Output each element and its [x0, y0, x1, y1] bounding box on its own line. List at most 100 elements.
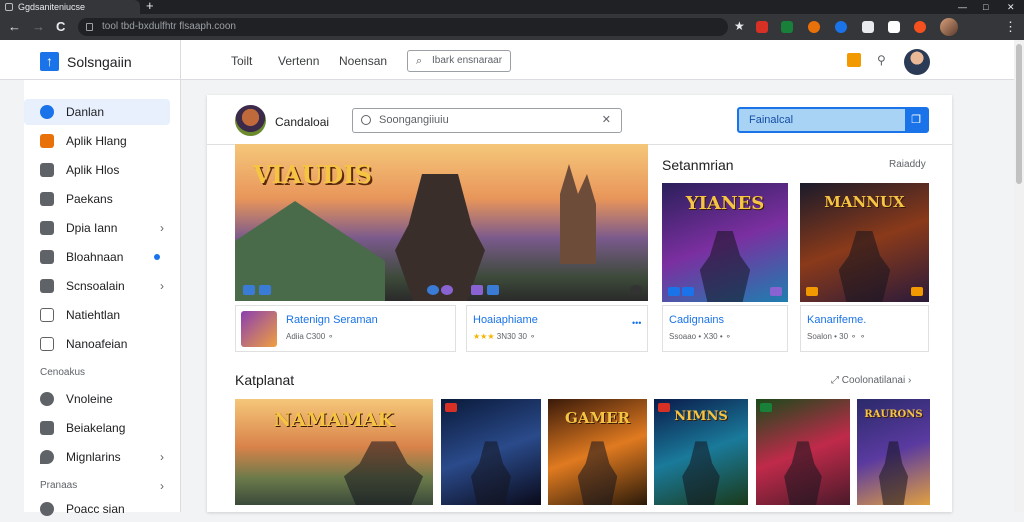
store-search-input[interactable]: Soongangiiuiu ✕ [352, 108, 622, 133]
game-tile[interactable] [441, 399, 541, 505]
app-meta: Ssoaao • X30 • ⚬ [669, 332, 732, 341]
sidebar-item[interactable]: Poacc sian [24, 496, 170, 522]
section-title: Katplanat [235, 372, 295, 388]
url-bar[interactable]: tool tbd-bxdulfhtr flsaaph.coon [78, 18, 728, 36]
header-search-input[interactable]: ⌕ Ibark ensnaraar [407, 50, 511, 72]
sidebar-item[interactable]: Aplik Hlos [24, 157, 170, 183]
reload-button[interactable]: C [56, 19, 65, 35]
sidebar-item[interactable]: Mignlarins › [24, 444, 170, 470]
section-link[interactable]: ⤢ Coolonatilanai › [831, 375, 911, 386]
chevron-right-icon[interactable]: › [160, 479, 164, 493]
sidebar-item[interactable]: Aplik Hlang [24, 128, 170, 154]
sidebar-item-label: Vnoleine [66, 392, 113, 406]
tile-title: NAMAMAK [273, 409, 395, 431]
restore-icon[interactable]: □ [983, 0, 988, 14]
platform-badge-icon [441, 285, 453, 295]
extension-icon[interactable] [756, 21, 768, 33]
header-search-placeholder: Ibark ensnaraar [432, 55, 503, 66]
bookmark-star-icon[interactable]: ★ [734, 19, 745, 33]
tile-title: GAMER [565, 409, 630, 427]
nav-link[interactable]: Vertenn [278, 54, 319, 68]
sidebar-item-label: Natiehtlan [66, 308, 121, 322]
platform-badge-icon [911, 287, 923, 296]
expand-icon: ⤢ [831, 375, 839, 386]
app-card[interactable]: Kanarifeme. Soalon • 30 ⚬ ⚬ [800, 305, 929, 352]
back-button[interactable]: ← [8, 19, 21, 35]
help-icon[interactable]: ⚲ [877, 53, 886, 67]
app-meta: Adiia C300 ⚬ [286, 332, 335, 341]
sidebar-item[interactable]: Vnoleine [24, 386, 170, 412]
tile-title: RAURONS [864, 409, 923, 420]
platform-badge-icon [487, 285, 499, 295]
sidebar-item-label: Danlan [66, 105, 105, 119]
nav-link[interactable]: Noensan [339, 54, 387, 68]
extension-icon[interactable] [888, 21, 900, 33]
game-tile[interactable]: NAMAMAK [235, 399, 433, 505]
app-card[interactable]: Ratenign Seraman Adiia C300 ⚬ [235, 305, 456, 352]
sidebar-item[interactable]: Danlan [24, 99, 170, 125]
sidebar-item-label: Paekans [66, 192, 113, 206]
minimize-icon[interactable]: — [958, 0, 967, 14]
sidebar-item[interactable]: Scnsoalain › [24, 273, 170, 299]
sidebar-item[interactable]: Paekans [24, 186, 170, 212]
section-link[interactable]: Raiaddy [889, 159, 926, 170]
sidebar-item[interactable]: Bloahnaan [24, 244, 170, 270]
clear-search-icon[interactable]: ✕ [602, 109, 611, 132]
extension-icon[interactable] [808, 21, 820, 33]
tile-character [471, 441, 511, 505]
browser-tab[interactable]: Ggdsaniteniucse [0, 0, 140, 14]
browser-toolbar: ← → C tool tbd-bxdulfhtr flsaaph.coon ★ … [0, 14, 1024, 40]
app-logo[interactable]: ↑ [40, 52, 59, 71]
channel-avatar[interactable] [235, 105, 266, 136]
app-tile[interactable]: YIANES [662, 183, 788, 302]
unread-dot [154, 254, 160, 260]
close-window-icon[interactable]: ✕ [1007, 0, 1015, 14]
apps-icon [40, 134, 54, 148]
app-meta: ★★★ 3N30 30 ⚬ [473, 332, 536, 341]
extension-icon[interactable] [862, 21, 874, 33]
platform-badge-icon [760, 403, 772, 412]
page-scrollbar[interactable] [1014, 40, 1024, 512]
extension-icon[interactable] [914, 21, 926, 33]
profile-avatar[interactable] [940, 18, 958, 36]
game-tile[interactable] [756, 399, 850, 505]
platform-badge-icon [806, 287, 818, 296]
tile-character [343, 441, 424, 505]
app-tile[interactable]: MANNUX [800, 183, 929, 302]
game-tile[interactable]: NIMNS [654, 399, 748, 505]
app-name: Solsngaiin [67, 54, 132, 70]
primary-action-button[interactable]: Fainalcal ❐ [737, 107, 929, 133]
notification-icon[interactable] [847, 53, 861, 67]
extension-icon[interactable] [835, 21, 847, 33]
extension-icon[interactable] [781, 21, 793, 33]
more-icon[interactable]: ••• [632, 318, 641, 328]
user-avatar[interactable] [904, 49, 930, 75]
hero-banner[interactable]: VIAUDIS [235, 144, 648, 301]
app-card[interactable]: Cadignains Ssoaao • X30 • ⚬ [662, 305, 788, 352]
sidebar: Danlan Aplik Hlang Aplik Hlos Paekans Dp… [24, 80, 180, 516]
sidebar-item[interactable]: Beiakelang [24, 415, 170, 441]
game-tile[interactable]: RAURONS [857, 399, 930, 505]
browser-menu-icon[interactable]: ⋮ [1004, 19, 1017, 35]
sidebar-item[interactable]: Nanoafeian [24, 331, 170, 357]
browser-tab-strip: Ggdsaniteniucse + — □ ✕ [0, 0, 1024, 14]
platform-badge-icon [658, 403, 670, 412]
new-tab-button[interactable]: + [146, 0, 154, 13]
app-title: Ratenign Seraman [286, 314, 378, 326]
section-link-text: Coolonatilanai › [841, 375, 912, 386]
platform-badge-icon [427, 285, 439, 295]
sidebar-item-label: Dpia Iann [66, 221, 118, 235]
main-panel: Candaloai Soongangiiuiu ✕ Fainalcal ❐ VI… [207, 95, 952, 512]
scrollbar-thumb[interactable] [1016, 44, 1022, 184]
sidebar-item[interactable]: Dpia Iann › [24, 215, 170, 241]
forward-button[interactable]: → [32, 19, 45, 35]
platform-badge-icon [243, 285, 255, 295]
list-icon [40, 337, 54, 351]
search-icon [361, 115, 371, 125]
sidebar-item[interactable]: Natiehtlan [24, 302, 170, 328]
nav-link[interactable]: Toilt [231, 54, 252, 68]
app-card[interactable]: Hoaiaphiame ••• ★★★ 3N30 30 ⚬ [466, 305, 648, 352]
copy-icon[interactable]: ❐ [905, 109, 927, 131]
game-tile[interactable]: GAMER [548, 399, 647, 505]
rating-stars: ★★★ [473, 332, 495, 341]
